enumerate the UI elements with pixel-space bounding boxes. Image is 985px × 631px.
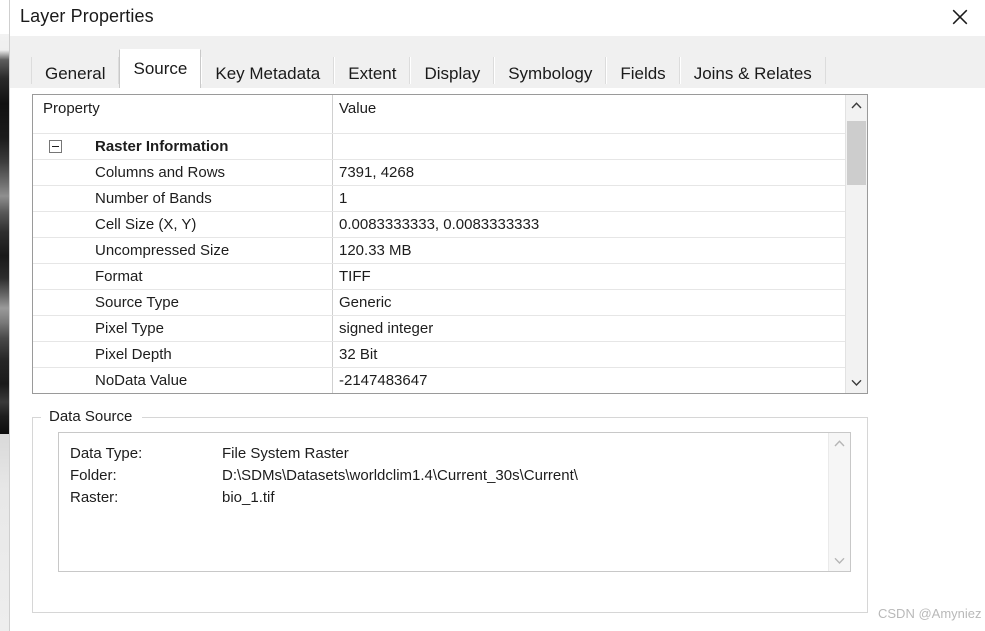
chevron-up-icon[interactable] <box>829 433 850 454</box>
data-type-label: Data Type: <box>70 444 143 462</box>
tab-source[interactable]: Source <box>119 49 202 88</box>
list-item: Data Type: File System Raster <box>70 442 578 464</box>
table-row[interactable]: Columns and Rows 7391, 4268 <box>33 159 845 185</box>
scrollbar-thumb[interactable] <box>847 121 866 185</box>
background-artifact-strip-lower <box>0 434 9 631</box>
property-label: NoData Value <box>95 371 188 389</box>
property-grid-scrollbar[interactable] <box>845 95 867 393</box>
group-box-top-left <box>32 417 41 418</box>
property-value: Generic <box>339 293 392 311</box>
property-value: 1 <box>339 189 348 207</box>
raster-value: bio_1.tif <box>222 488 275 506</box>
table-row[interactable]: Pixel Type signed integer <box>33 315 845 341</box>
property-value: 32 Bit <box>339 345 378 363</box>
data-source-scrollbar[interactable] <box>828 433 850 571</box>
collapse-expander-icon[interactable] <box>49 139 62 153</box>
window-title: Layer Properties <box>20 6 154 26</box>
table-row[interactable]: Pixel Depth 32 Bit <box>33 341 845 367</box>
chevron-down-icon[interactable] <box>829 550 850 571</box>
title-bar: Layer Properties <box>10 0 985 36</box>
close-icon[interactable] <box>935 0 985 34</box>
layer-properties-dialog: Layer Properties General Source Key Meta… <box>0 0 985 631</box>
table-row[interactable]: Uncompressed Size 120.33 MB <box>33 237 845 263</box>
data-type-value: File System Raster <box>222 444 349 462</box>
group-box-top-right <box>142 417 868 418</box>
raster-label: Raster: <box>70 488 119 506</box>
property-label: Uncompressed Size <box>95 241 230 259</box>
list-item: Folder: D:\SDMs\Datasets\worldclim1.4\Cu… <box>70 464 578 486</box>
table-row[interactable]: Format TIFF <box>33 263 845 289</box>
folder-label: Folder: <box>70 466 117 484</box>
property-value: TIFF <box>339 267 371 285</box>
property-value: 7391, 4268 <box>339 163 415 181</box>
column-header-value: Value <box>339 99 377 117</box>
raster-property-grid: Property Value Raster Information Column… <box>32 94 868 394</box>
table-row[interactable]: NoData Value -2147483647 <box>33 367 845 393</box>
property-value: 0.0083333333, 0.0083333333 <box>339 215 540 233</box>
property-label: Cell Size (X, Y) <box>95 215 197 233</box>
chevron-down-icon[interactable] <box>846 372 867 393</box>
dialog-body: Layer Properties General Source Key Meta… <box>10 0 985 631</box>
data-source-group: Data Source Data Type: File System Raste… <box>32 408 868 613</box>
property-grid-header-row: Property Value <box>33 95 845 121</box>
property-label: Pixel Type <box>95 319 164 337</box>
property-label: Format <box>95 267 143 285</box>
table-row[interactable]: Source Type Generic <box>33 289 845 315</box>
watermark: CSDN @Amyniez <box>878 606 982 621</box>
group-row-label: Raster Information <box>95 137 229 155</box>
property-label: Columns and Rows <box>95 163 226 181</box>
property-label: Number of Bands <box>95 189 212 207</box>
list-item: Raster: bio_1.tif <box>70 486 578 508</box>
folder-value: D:\SDMs\Datasets\worldclim1.4\Current_30… <box>222 466 578 484</box>
background-artifact-strip <box>0 34 9 434</box>
property-value: signed integer <box>339 319 434 337</box>
data-source-panel[interactable]: Data Type: File System Raster Folder: D:… <box>58 432 851 572</box>
data-source-legend: Data Source <box>45 408 137 425</box>
property-label: Pixel Depth <box>95 345 172 363</box>
chevron-up-icon[interactable] <box>846 95 867 116</box>
tab-strip: General Source Key Metadata Extent Displ… <box>10 36 985 91</box>
data-source-field-list: Data Type: File System Raster Folder: D:… <box>70 442 578 508</box>
table-row[interactable]: Number of Bands 1 <box>33 185 845 211</box>
property-value: -2147483647 <box>339 371 428 389</box>
property-value: 120.33 MB <box>339 241 412 259</box>
source-tab-page: Property Value Raster Information Column… <box>10 88 985 631</box>
tab-list: General Source Key Metadata Extent Displ… <box>31 49 826 91</box>
column-header-property: Property <box>43 99 100 117</box>
table-row[interactable]: Cell Size (X, Y) 0.0083333333, 0.0083333… <box>33 211 845 237</box>
property-label: Source Type <box>95 293 179 311</box>
group-row-raster-information[interactable]: Raster Information <box>33 133 845 159</box>
property-grid-rows: Property Value Raster Information Column… <box>33 95 845 393</box>
